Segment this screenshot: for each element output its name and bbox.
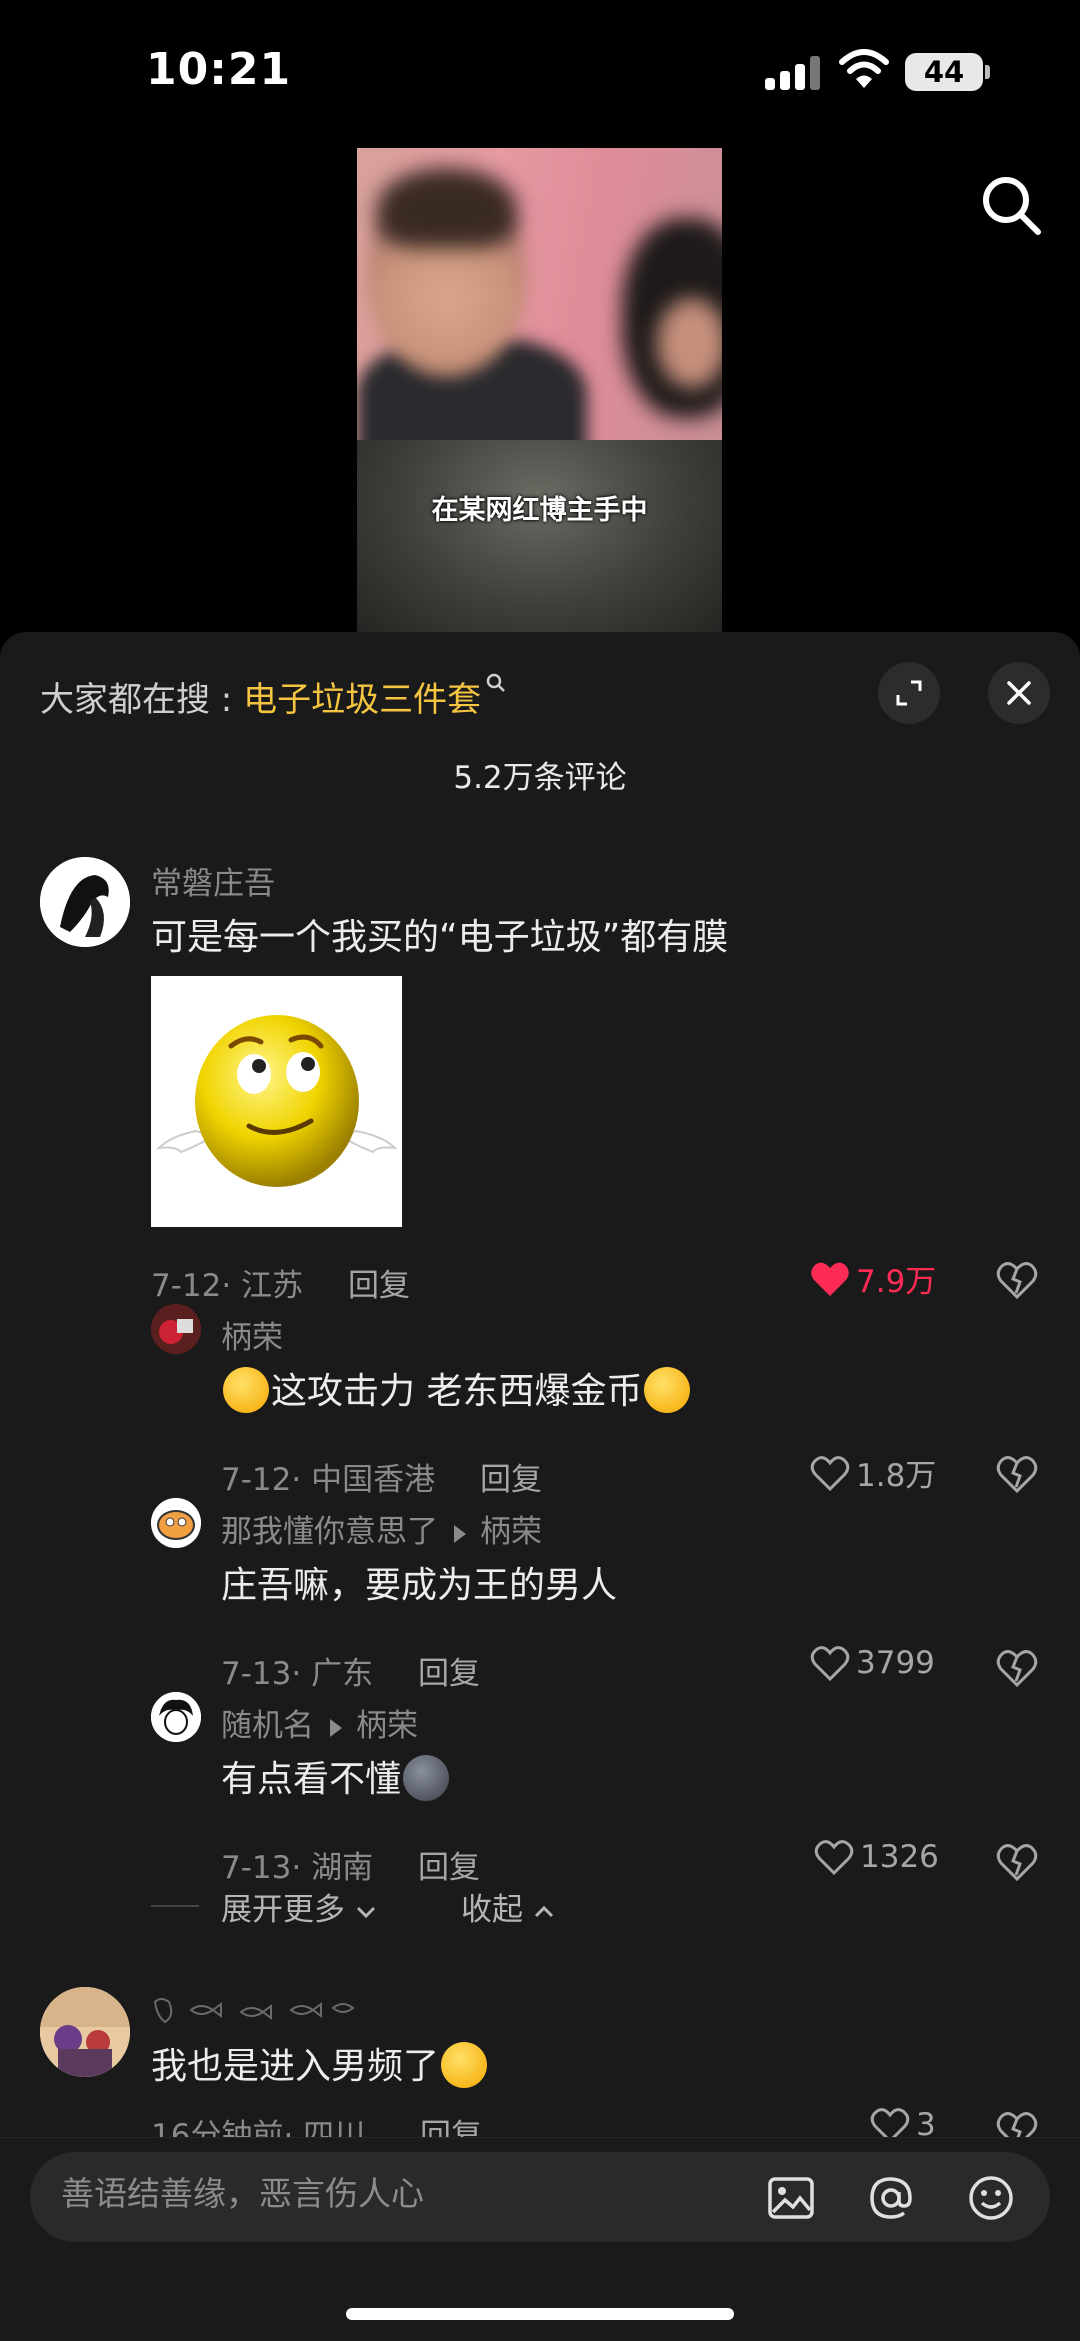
reply-to-user[interactable]: 柄荣 (480, 1514, 542, 1550)
hot-search-banner[interactable]: 大家都在搜 : 电子垃圾三件套 (40, 672, 507, 721)
divider-line (151, 1905, 199, 1907)
dislike-icon[interactable] (995, 1451, 1039, 1495)
reply-to-arrow-icon (454, 1524, 466, 1543)
separator-dot: · (291, 1850, 312, 1886)
avatar[interactable] (151, 1304, 201, 1354)
comments-panel: 大家都在搜 : 电子垃圾三件套 5.2万条评论 常磐庄吾 可是每一个我买的“电子… (0, 632, 1080, 2341)
status-bar: 10:21 44 (0, 0, 1080, 140)
close-icon (1007, 681, 1031, 705)
reply-text: 有点看不懂 (221, 1750, 451, 1804)
reply-to-arrow-icon (330, 1718, 342, 1737)
expand-icon (896, 680, 922, 706)
dislike-icon[interactable] (995, 1839, 1039, 1883)
winking-tongue-emoji-icon (644, 1367, 691, 1413)
battery-indicator: 44 (905, 53, 983, 91)
comment-date: 7-12 (151, 1268, 222, 1304)
reply-location: 湖南 (311, 1850, 374, 1886)
comment-text: 我也是进入男频了 (151, 2037, 489, 2091)
chevron-down-icon (356, 1906, 375, 1919)
heart-filled-icon (811, 1262, 849, 1296)
like-count: 1326 (860, 1839, 939, 1875)
comment-count: 5.2万条评论 (453, 760, 627, 796)
like-count: 1.8万 (856, 1458, 937, 1494)
avatar[interactable] (40, 1987, 130, 2077)
reply-author[interactable]: 随机名 柄荣 (221, 1700, 418, 1745)
hot-search-term[interactable]: 电子垃圾三件套 (243, 680, 481, 720)
avatar[interactable] (40, 857, 130, 947)
heart-outline-icon (814, 1840, 854, 1876)
laughing-tears-emoji-icon (223, 1367, 269, 1413)
separator-dot: · (221, 1268, 242, 1304)
search-icon[interactable] (976, 170, 1046, 240)
reply-meta: 7-13· 广东 (221, 1648, 373, 1693)
heart-outline-icon (810, 1455, 850, 1491)
reply-button[interactable]: 回复 (480, 1454, 542, 1499)
reply-author[interactable]: 那我懂你意思了 柄荣 (221, 1506, 542, 1551)
reply-date: 7-13 (221, 1850, 292, 1886)
comment-input[interactable] (61, 2174, 481, 2213)
reply-button[interactable]: 回复 (418, 1648, 480, 1693)
hot-search-icon (486, 673, 505, 692)
hugging-emoji-icon (441, 2042, 488, 2088)
reply-button[interactable]: 回复 (418, 1842, 480, 1887)
video-player[interactable]: 在某网红博主手中 (357, 148, 722, 638)
status-time: 10:21 (146, 44, 292, 95)
separator-dot: · (291, 1462, 312, 1498)
video-frame-bottom (357, 440, 722, 638)
like-button[interactable]: 1326 (814, 1838, 939, 1876)
reply-meta: 7-12· 中国香港 (221, 1454, 435, 1499)
comment-author[interactable]: 常磐庄吾 (151, 858, 275, 903)
like-button[interactable]: 1.8万 (810, 1450, 936, 1495)
reply-text: 庄吾嘛，要成为王的男人 (221, 1565, 618, 1606)
dark-moon-emoji-icon (403, 1755, 450, 1801)
heart-outline-icon (810, 1646, 850, 1682)
reply-button[interactable]: 回复 (348, 1260, 410, 1305)
expand-panel-button[interactable] (878, 662, 940, 724)
cellular-signal-icon (765, 56, 821, 90)
reply-location: 中国香港 (311, 1462, 436, 1498)
comment-input-bar (30, 2152, 1050, 2242)
reply-meta: 7-13· 湖南 (221, 1842, 373, 1887)
mention-icon[interactable] (865, 2172, 917, 2224)
avatar[interactable] (151, 1498, 201, 1548)
like-count: 7.9万 (856, 1264, 937, 1300)
battery-tip (985, 65, 990, 79)
comment-sticker-image[interactable] (151, 976, 402, 1227)
video-frame-top (357, 148, 722, 478)
avatar[interactable] (151, 1692, 201, 1742)
comment-meta: 7-12· 江苏 (151, 1260, 303, 1305)
reply-location: 广东 (311, 1656, 374, 1692)
chevron-up-icon (534, 1905, 553, 1918)
separator-dot: · (291, 1656, 312, 1692)
video-caption: 在某网红博主手中 (431, 495, 648, 526)
like-count: 3799 (856, 1645, 935, 1681)
dislike-icon[interactable] (995, 1257, 1039, 1301)
reply-date: 7-13 (221, 1656, 292, 1692)
wifi-icon (839, 49, 889, 88)
comment-location: 江苏 (241, 1268, 304, 1304)
close-panel-button[interactable] (988, 662, 1050, 724)
reply-author[interactable]: 柄荣 (221, 1312, 283, 1357)
dislike-icon[interactable] (995, 1645, 1039, 1689)
home-indicator[interactable] (346, 2308, 734, 2320)
reply-text: 这攻击力 老东西爆金币 (221, 1362, 692, 1416)
comment-text: 可是每一个我买的“电子垃圾”都有膜 (151, 917, 729, 958)
emoji-icon[interactable] (965, 2172, 1017, 2224)
reply-to-user[interactable]: 柄荣 (356, 1708, 418, 1744)
collapse-button[interactable]: 收起 (461, 1884, 555, 1929)
decorative-fish-username-icon[interactable] (151, 1994, 361, 2026)
hot-search-label: 大家都在搜 : (40, 680, 244, 720)
like-button[interactable]: 3799 (810, 1644, 935, 1682)
image-icon[interactable] (765, 2172, 817, 2224)
expand-more-button[interactable]: 展开更多 (221, 1884, 377, 1929)
reply-date: 7-12 (221, 1462, 292, 1498)
like-button[interactable]: 7.9万 (810, 1256, 936, 1301)
